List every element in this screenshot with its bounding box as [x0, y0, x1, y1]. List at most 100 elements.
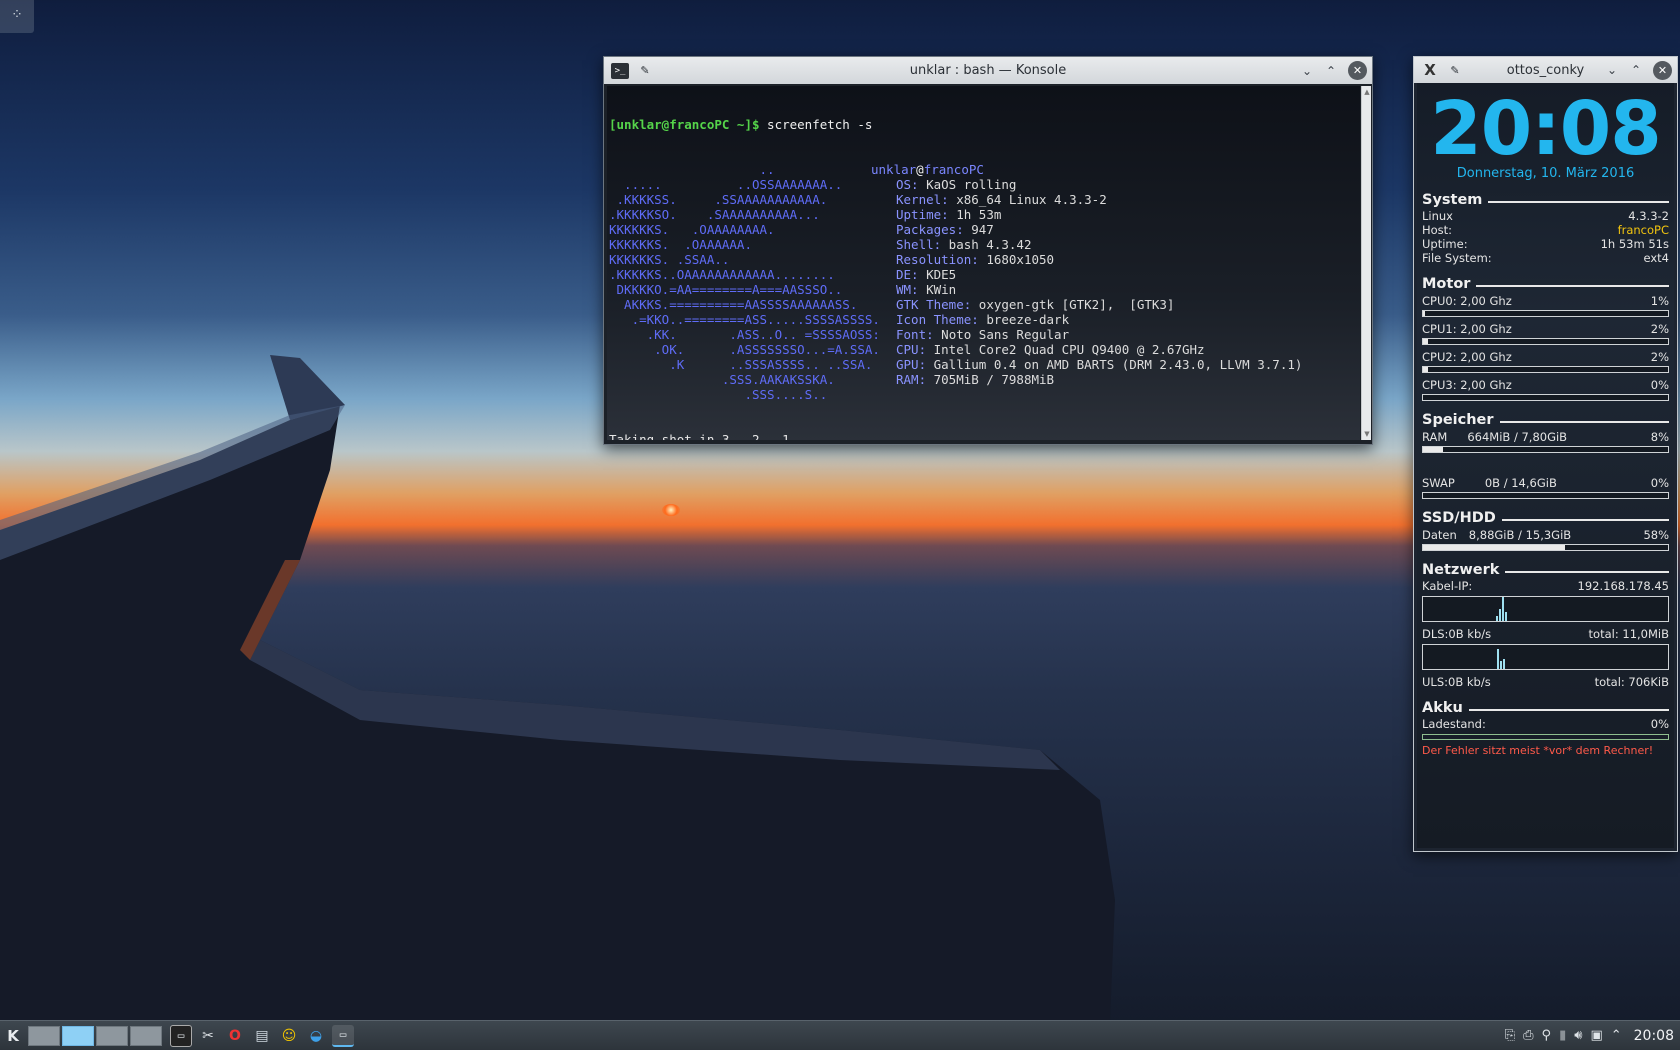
ascii-art-line: .=KKO..========ASS.....SSSSASSSS.: [609, 312, 880, 327]
screenfetch-info: GPU: Gallium 0.4 on AMD BARTS (DRM 2.43.…: [896, 357, 1302, 372]
terminal-output[interactable]: [unklar@francoPC ~]$ screenfetch -s .. u…: [607, 86, 1360, 440]
opera-browser-icon[interactable]: O: [224, 1025, 246, 1047]
header-at: @: [916, 162, 924, 177]
ram-bar-fill: [1423, 447, 1443, 452]
screenfetch-row: .. unklar@francoPC: [609, 162, 1358, 177]
terminal-scrollbar[interactable]: ▲ ▼: [1361, 86, 1371, 440]
minimize-button[interactable]: ⌄: [1297, 61, 1317, 81]
screenfetch-info: unklar@francoPC: [871, 162, 984, 177]
scroll-up-icon[interactable]: ▲: [1363, 88, 1371, 96]
konsole-title: unklar : bash — Konsole: [909, 63, 1067, 78]
info-value: oxygen-gtk [GTK2], [GTK3]: [971, 297, 1175, 312]
section-system-heading: System: [1422, 191, 1669, 209]
konsole-titlebar[interactable]: >_ ✎ unklar : bash — Konsole ⌄ ⌃ ✕: [604, 57, 1372, 84]
screenfetch-row: .OK. .ASSSSSSSO...=A.SSA. CPU: Intel Core…: [609, 342, 1358, 357]
desktop-toolbox-button[interactable]: ⁘: [0, 0, 34, 33]
info-key: Packages:: [896, 222, 964, 237]
taskbar: K ▭ ✂ O ▤ ☺ ◒ ▭ ⎘ ⎙ ⚲ ▮ 🔊︎ ▣ ⌃ 20:08: [0, 1020, 1680, 1050]
heading-rule: [1468, 708, 1669, 711]
ram-bar: [1422, 446, 1669, 453]
maximize-button[interactable]: ⌃: [1626, 60, 1646, 80]
printer-icon[interactable]: ⎙: [1523, 1028, 1533, 1043]
info-value: 705MiB / 7988MiB: [926, 372, 1055, 387]
screenfetch-row: .KKKKSS. .SSAAAAAAAAAAA. Kernel: x86_64 …: [609, 192, 1358, 207]
maximize-button[interactable]: ⌃: [1321, 61, 1341, 81]
ip-value: 192.168.178.45: [1577, 579, 1669, 593]
screenfetch-block: .. unklar@francoPC ..... ..OSSAAAAAAA.. …: [609, 162, 1358, 402]
text-editor-icon[interactable]: ▤: [251, 1025, 273, 1047]
close-button[interactable]: ✕: [1348, 61, 1367, 80]
ascii-art-line: .KK. .ASS..O.. =SSSSAOSS:: [609, 327, 880, 342]
konsole-app-icon[interactable]: >_: [611, 62, 629, 79]
desktop-2[interactable]: [62, 1025, 94, 1046]
terminal-launcher-icon[interactable]: ▭: [170, 1024, 192, 1047]
graph-spike: [1502, 597, 1504, 621]
conky-window[interactable]: X ✎ ottos_conky ⌄ ⌃ ✕ 20:08 Donnerstag, …: [1413, 56, 1678, 852]
tray-expand-icon[interactable]: ⌃: [1611, 1028, 1622, 1043]
akku-pct: 0%: [1650, 717, 1669, 731]
screenfetch-info: Font: Noto Sans Regular: [896, 327, 1069, 342]
application-launcher-button[interactable]: K: [0, 1021, 26, 1050]
row-key: Linux: [1422, 209, 1453, 223]
row-value: 4.3.3-2: [1628, 209, 1669, 223]
ram-label: RAM: [1422, 430, 1448, 444]
info-value: 1680x1050: [978, 252, 1055, 267]
screenfetch-row: DKKKKO.=AA========A===AASSSO.. WM: KWin: [609, 282, 1358, 297]
upload-row: ULS:0B kb/s total: 706KiB: [1422, 675, 1669, 689]
ascii-art-line: KKKKKKS. .OAAAAAA.: [609, 237, 880, 252]
volume-icon[interactable]: 🔊︎: [1574, 1028, 1582, 1043]
upload-label: ULS:0B kb/s: [1422, 675, 1491, 689]
pin-icon[interactable]: ✎: [636, 63, 654, 79]
cpu-bar-fill: [1423, 339, 1428, 344]
taskbar-clock[interactable]: 20:08: [1634, 1028, 1674, 1044]
screenfetch-info: Icon Theme: breeze-dark: [896, 312, 1069, 327]
network-status-icon[interactable]: ▮: [1559, 1028, 1566, 1043]
tools-launcher-icon[interactable]: ✂: [197, 1025, 219, 1047]
close-button[interactable]: ✕: [1653, 60, 1672, 80]
screenfetch-row: .K ..SSSASSSS.. ..SSA. GPU: Gallium 0.4 …: [609, 357, 1358, 372]
screenfetch-info: Resolution: 1680x1050: [896, 252, 1054, 267]
konsole-window[interactable]: >_ ✎ unklar : bash — Konsole ⌄ ⌃ ✕ [unkl…: [603, 56, 1373, 445]
scroll-down-icon[interactable]: ▼: [1363, 430, 1371, 438]
graph-spike: [1505, 612, 1507, 621]
swap-label: SWAP: [1422, 476, 1455, 490]
ascii-art-line: ..... ..OSSAAAAAAA..: [609, 177, 880, 192]
screenfetch-row: .=KKO..========ASS.....SSSSASSSS. Icon Th…: [609, 312, 1358, 327]
akku-bar: [1422, 734, 1669, 740]
conky-titlebar[interactable]: X ✎ ottos_conky ⌄ ⌃ ✕: [1414, 57, 1677, 83]
info-key: RAM:: [896, 372, 927, 387]
screenfetch-info: CPU: Intel Core2 Quad CPU Q9400 @ 2.67GH…: [896, 342, 1205, 357]
display-icon[interactable]: ▣: [1590, 1028, 1602, 1043]
usb-device-icon[interactable]: ⚲: [1542, 1028, 1552, 1043]
desktop-4[interactable]: [130, 1025, 162, 1046]
konsole-task-icon[interactable]: ▭: [332, 1024, 354, 1047]
desktop-3[interactable]: [96, 1025, 128, 1046]
graph-spike: [1497, 649, 1499, 669]
conky-clock: 20:08: [1430, 86, 1662, 172]
clipboard-icon[interactable]: ⎘: [1505, 1028, 1515, 1043]
screenfetch-row: KKKKKKS. .OAAAAAA. Shell: bash 4.3.42: [609, 237, 1358, 252]
info-key: GPU:: [896, 357, 927, 372]
info-key: DE:: [896, 267, 919, 282]
section-network-heading: Netzwerk: [1422, 561, 1669, 579]
desktop-1[interactable]: [28, 1025, 60, 1046]
conky-app-icon[interactable]: X: [1421, 61, 1439, 79]
swap-row: SWAP 0B / 14,6GiB 0%: [1422, 477, 1669, 490]
close-icon: ✕: [1352, 64, 1363, 77]
network-icon[interactable]: ◒: [305, 1025, 327, 1047]
system-row: File System: ext4: [1422, 251, 1669, 265]
info-value: 1h 53m: [948, 207, 1002, 222]
maximize-icon: ⌃: [1630, 63, 1642, 77]
cpu-bar: [1422, 394, 1669, 401]
pidgin-chat-icon[interactable]: ☺: [278, 1025, 300, 1047]
screenfetch-info: Uptime: 1h 53m: [896, 207, 1001, 222]
cpu-label: CPU2: 2,00 Ghz: [1422, 350, 1512, 364]
header-user: unklar: [871, 162, 917, 177]
upload-total: total: 706KiB: [1594, 675, 1669, 689]
upload-graph: [1422, 644, 1669, 670]
pin-icon[interactable]: ✎: [1446, 62, 1464, 78]
minimize-button[interactable]: ⌄: [1602, 60, 1622, 80]
info-value: x86_64 Linux 4.3.3-2: [948, 192, 1107, 207]
info-value: bash 4.3.42: [941, 237, 1032, 252]
heading-text: SSD/HDD: [1422, 510, 1496, 526]
